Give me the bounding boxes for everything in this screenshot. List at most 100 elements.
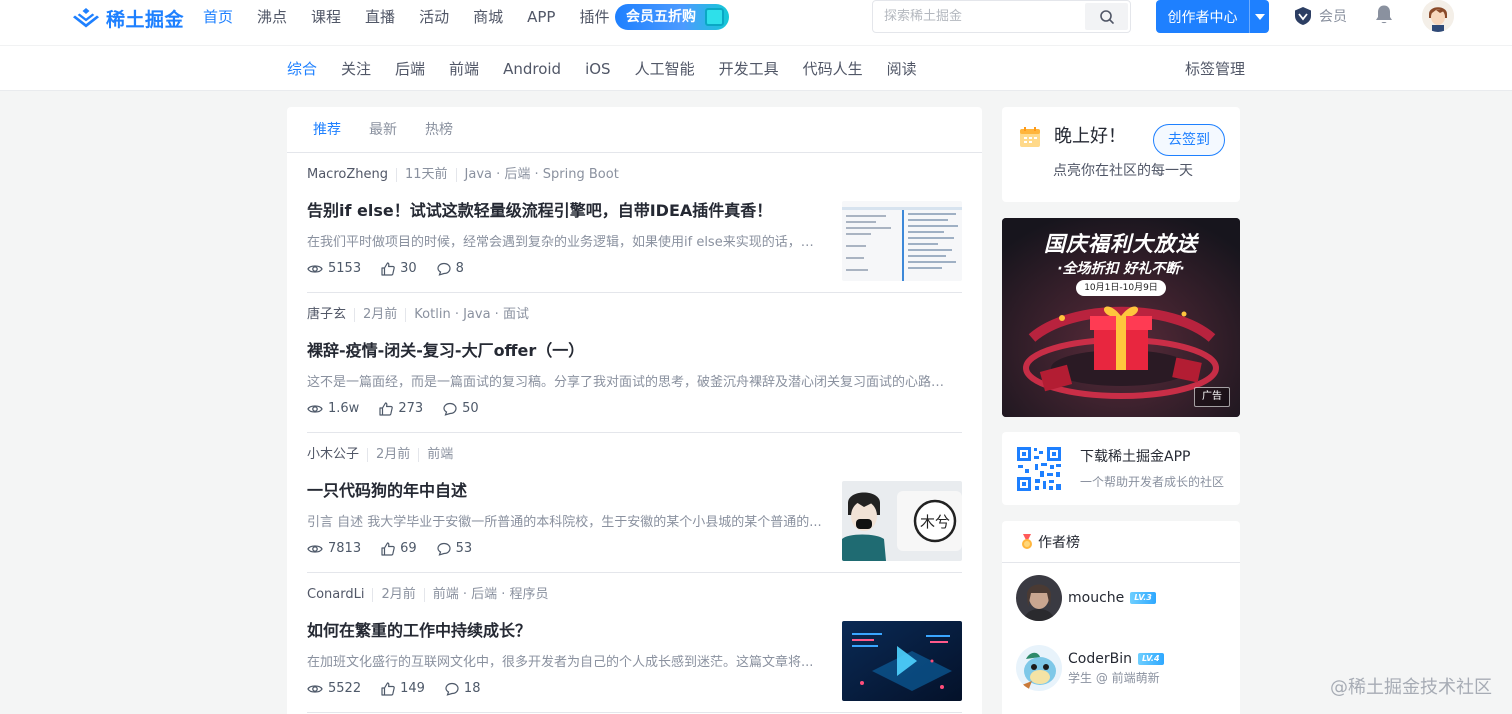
search-button[interactable] bbox=[1085, 3, 1128, 30]
category-ai[interactable]: 人工智能 bbox=[635, 59, 695, 79]
creator-center-label: 创作者中心 bbox=[1167, 9, 1238, 26]
like-button[interactable]: 69 bbox=[381, 541, 417, 556]
thumbs-up-icon bbox=[381, 681, 395, 696]
comment-count: 8 bbox=[455, 261, 464, 276]
meta-divider bbox=[367, 448, 369, 462]
category-ios[interactable]: iOS bbox=[585, 59, 611, 79]
author-avatar[interactable] bbox=[1016, 575, 1062, 621]
article-tags[interactable]: 前端 bbox=[427, 446, 453, 464]
ad-banner[interactable]: 国庆福利大放送 ·全场折扣 好礼不断· 10月1日-10月9日 广告 bbox=[1002, 218, 1240, 417]
article-abstract: 在我们平时做项目的时候，经常会遇到复杂的业务逻辑，如果使用if else来实现的… bbox=[307, 235, 822, 250]
view-count: 5522 bbox=[307, 681, 361, 696]
category-dev-tools[interactable]: 开发工具 bbox=[719, 59, 779, 79]
article-item[interactable]: 小木公子 2月前 前端 一只代码狗的年中自述 引言 自述 我大学毕业于安徽一所普… bbox=[307, 433, 962, 573]
nav-item-plugins[interactable]: 插件 bbox=[579, 7, 609, 27]
author-rank-card: 作者榜 mouche LV.3 CoderBin LV.4 学生 @ 前端萌新 bbox=[1002, 521, 1240, 714]
member-link[interactable]: 会员 bbox=[1293, 6, 1347, 26]
article-title[interactable]: 告别if else！试试这款轻量级流程引擎吧，自带IDEA插件真香！ bbox=[307, 199, 772, 223]
logo[interactable]: 稀土掘金 bbox=[72, 6, 184, 31]
article-title[interactable]: 裸辞-疫情-闭关-复习-大厂offer（一） bbox=[307, 339, 584, 363]
tab-hot[interactable]: 热榜 bbox=[425, 107, 453, 153]
comment-button[interactable]: 53 bbox=[437, 541, 472, 556]
article-title[interactable]: 如何在繁重的工作中持续成长？ bbox=[307, 619, 531, 643]
article-tags[interactable]: Kotlin · Java · 面试 bbox=[414, 306, 529, 324]
comment-button[interactable]: 50 bbox=[443, 401, 479, 416]
like-button[interactable]: 30 bbox=[381, 261, 417, 276]
article-tags[interactable]: Java · 后端 · Spring Boot bbox=[465, 166, 619, 184]
gift-icon bbox=[705, 8, 724, 26]
category-following[interactable]: 关注 bbox=[341, 59, 371, 79]
author-name[interactable]: mouche bbox=[1068, 588, 1124, 608]
watermark: @稀土掘金技术社区 bbox=[1330, 677, 1492, 698]
article-thumbnail[interactable]: 木兮 bbox=[842, 481, 962, 561]
category-code-life[interactable]: 代码人生 bbox=[803, 59, 863, 79]
view-count: 1.6w bbox=[307, 401, 359, 416]
nav-item-events[interactable]: 活动 bbox=[419, 7, 449, 27]
tab-recommended[interactable]: 推荐 bbox=[313, 107, 341, 153]
category-reading[interactable]: 阅读 bbox=[887, 59, 917, 79]
category-android[interactable]: Android bbox=[503, 59, 561, 79]
nav-item-shop[interactable]: 商城 bbox=[473, 7, 503, 27]
like-button[interactable]: 273 bbox=[379, 401, 423, 416]
article-author[interactable]: 小木公子 bbox=[307, 446, 359, 464]
illustration-image: 木兮 bbox=[842, 481, 962, 561]
nav-item-live[interactable]: 直播 bbox=[365, 7, 395, 27]
view-count: 5153 bbox=[307, 261, 361, 276]
article-abstract: 引言 自述 我大学毕业于安徽一所普通的本科院校，生于安徽的某个小县城的某个普通的… bbox=[307, 515, 822, 530]
nav-item-app[interactable]: APP bbox=[527, 7, 555, 27]
nav-item-pins[interactable]: 沸点 bbox=[257, 7, 287, 27]
article-item[interactable]: MacroZheng 11天前 Java · 后端 · Spring Boot … bbox=[307, 153, 962, 293]
vip-promo-label: 会员五折购 bbox=[626, 9, 696, 25]
greeting-text: 晚上好！ bbox=[1054, 126, 1126, 147]
ad-date: 10月1日-10月9日 bbox=[1076, 280, 1166, 296]
ad-subtitle: ·全场折扣 好礼不断· bbox=[1057, 261, 1185, 277]
article-author[interactable]: ConardLi bbox=[307, 586, 364, 604]
article-time: 11天前 bbox=[404, 167, 448, 182]
article-time: 2月前 bbox=[381, 587, 416, 602]
search-input[interactable] bbox=[873, 1, 1085, 32]
tab-latest[interactable]: 最新 bbox=[369, 107, 397, 153]
article-item[interactable]: 唐子玄 2月前 Kotlin · Java · 面试 裸辞-疫情-闭关-复习-大… bbox=[307, 293, 962, 433]
author-avatar[interactable] bbox=[1016, 645, 1062, 691]
article-thumbnail[interactable] bbox=[842, 201, 962, 281]
article-tags[interactable]: 前端 · 后端 · 程序员 bbox=[433, 586, 549, 604]
vip-promo-badge[interactable]: 会员五折购 bbox=[615, 4, 729, 30]
member-label: 会员 bbox=[1319, 9, 1347, 25]
search-box bbox=[872, 0, 1131, 33]
article-item[interactable]: ConardLi 2月前 前端 · 后端 · 程序员 如何在繁重的工作中持续成长… bbox=[307, 573, 962, 713]
author-rank-item[interactable]: mouche LV.3 bbox=[1016, 575, 1156, 621]
article-author[interactable]: 唐子玄 bbox=[307, 306, 346, 324]
tag-manage-link[interactable]: 标签管理 bbox=[1185, 59, 1245, 79]
category-all[interactable]: 综合 bbox=[287, 59, 317, 79]
meta-divider bbox=[405, 308, 407, 322]
like-count: 273 bbox=[398, 401, 424, 416]
author-name-row: mouche LV.3 bbox=[1068, 588, 1156, 608]
nav-item-courses[interactable]: 课程 bbox=[311, 7, 341, 27]
article-meta: ConardLi 2月前 前端 · 后端 · 程序员 bbox=[307, 586, 549, 604]
article-title[interactable]: 一只代码狗的年中自述 bbox=[307, 479, 467, 503]
thumbs-up-icon bbox=[379, 401, 394, 416]
comment-count: 50 bbox=[462, 401, 479, 416]
article-author[interactable]: MacroZheng bbox=[307, 166, 388, 184]
signin-button[interactable]: 去签到 bbox=[1153, 124, 1225, 156]
nav-item-home[interactable]: 首页 bbox=[203, 7, 233, 27]
article-feed: 推荐 最新 热榜 MacroZheng 11天前 Java · 后端 · Spr… bbox=[287, 107, 982, 714]
author-rank-item[interactable]: CoderBin LV.4 学生 @ 前端萌新 bbox=[1016, 645, 1164, 691]
app-card-title: 下载稀土掘金APP bbox=[1080, 449, 1191, 465]
creator-center-button[interactable]: 创作者中心 bbox=[1156, 0, 1269, 33]
like-button[interactable]: 149 bbox=[381, 681, 425, 696]
notification-bell-icon[interactable] bbox=[1374, 4, 1394, 26]
comment-button[interactable]: 8 bbox=[437, 261, 464, 276]
eye-icon bbox=[307, 264, 323, 273]
comment-button[interactable]: 18 bbox=[445, 681, 480, 696]
meta-divider bbox=[423, 588, 425, 602]
user-avatar[interactable] bbox=[1422, 0, 1454, 32]
download-app-card[interactable]: 下载稀土掘金APP 一个帮助开发者成长的社区 bbox=[1002, 432, 1240, 505]
creator-dropdown-toggle[interactable] bbox=[1250, 13, 1269, 20]
category-backend[interactable]: 后端 bbox=[395, 59, 425, 79]
category-frontend[interactable]: 前端 bbox=[449, 59, 479, 79]
article-thumbnail[interactable] bbox=[842, 621, 962, 701]
author-name[interactable]: CoderBin bbox=[1068, 649, 1132, 669]
signin-subtitle: 点亮你在社区的每一天 bbox=[1053, 163, 1193, 179]
avatar-image bbox=[1422, 0, 1454, 32]
